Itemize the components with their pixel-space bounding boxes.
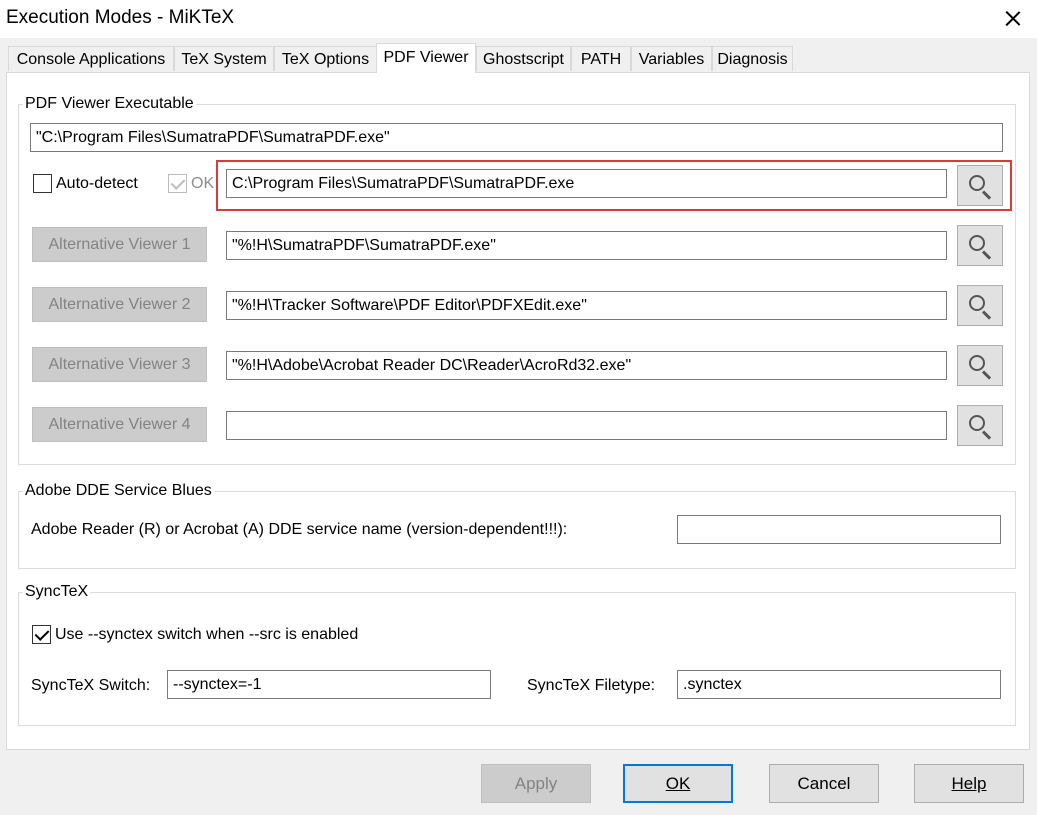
ok-checkbox [168,174,187,193]
alternative-viewer-3-button: Alternative Viewer 3 [32,347,207,382]
use-synctex-checkbox[interactable] [32,625,51,644]
synctex-group [18,592,1016,726]
search-icon-handle [981,250,992,260]
alternative-viewer-2-button: Alternative Viewer 2 [32,287,207,322]
search-icon-handle [981,430,992,440]
synctex-filetype-field[interactable]: .synctex [677,670,1001,699]
alternative-viewer-4-button: Alternative Viewer 4 [32,407,207,442]
ok-label: OK [191,175,215,192]
executable-path-field[interactable]: "C:\Program Files\SumatraPDF\SumatraPDF.… [30,123,1003,152]
synctex-switch-label: SyncTeX Switch: [31,677,151,694]
auto-detect-checkbox[interactable] [33,174,52,193]
use-synctex-label: Use --synctex switch when --src is enabl… [55,626,359,643]
browse-alternative-3-button[interactable] [957,345,1003,386]
dde-service-field[interactable] [677,515,1001,544]
alternative-viewer-1-button: Alternative Viewer 1 [32,227,207,262]
search-icon [969,355,985,371]
browse-alternative-4-button[interactable] [957,405,1003,446]
adobe-dde-group-label: Adobe DDE Service Blues [23,482,214,500]
search-icon-handle [981,310,992,320]
alternative-viewer-3-field[interactable]: "%!H\Adobe\Acrobat Reader DC\Reader\Acro… [226,351,947,380]
browse-alternative-2-button[interactable] [957,285,1003,326]
checkmark-icon [34,626,50,641]
pdf-viewer-group-label: PDF Viewer Executable [23,95,196,113]
dde-service-label: Adobe Reader (R) or Acrobat (A) DDE serv… [31,521,568,538]
alternative-viewer-4-field[interactable] [226,411,947,440]
alternative-viewer-2-field[interactable]: "%!H\Tracker Software\PDF Editor\PDFXEdi… [226,291,947,320]
search-icon [969,235,985,251]
synctex-switch-field[interactable]: --synctex=-1 [167,670,491,699]
search-icon [969,415,985,431]
browse-alternative-1-button[interactable] [957,225,1003,266]
auto-detect-label: Auto-detect [56,175,138,192]
checkmark-icon [170,175,186,190]
highlight-box [216,160,1012,211]
search-icon-handle [981,370,992,380]
pdf-viewer-content: PDF Viewer Executable "C:\Program Files\… [0,0,1037,815]
synctex-filetype-label: SyncTeX Filetype: [527,677,656,694]
alternative-viewer-1-field[interactable]: "%!H\SumatraPDF\SumatraPDF.exe" [226,231,947,260]
synctex-group-label: SyncTeX [23,583,91,601]
search-icon [969,295,985,311]
